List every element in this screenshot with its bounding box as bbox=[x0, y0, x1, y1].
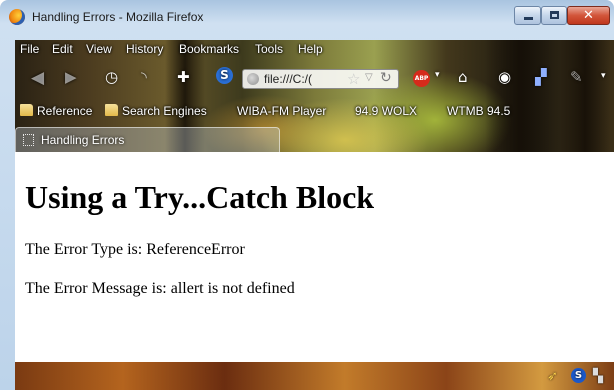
menu-tools[interactable]: Tools bbox=[255, 42, 283, 56]
home-icon[interactable]: ⌂ bbox=[458, 68, 468, 86]
ghost-icon[interactable]: ▞ bbox=[535, 68, 547, 86]
error-message-text: The Error Message is: allert is not defi… bbox=[25, 280, 295, 297]
maximize-button[interactable] bbox=[541, 6, 567, 25]
maximize-icon bbox=[550, 11, 559, 19]
menu-help[interactable]: Help bbox=[298, 42, 323, 56]
menu-file[interactable]: File bbox=[20, 42, 39, 56]
back-arrow-icon[interactable]: ◀ bbox=[31, 68, 44, 88]
status-bar: ➶ S ▚ bbox=[15, 362, 614, 390]
bookmark-wtmb[interactable]: WTMB 94.5 bbox=[447, 104, 510, 118]
addon-status-icon[interactable]: S bbox=[571, 368, 586, 383]
rss-icon[interactable]: ◝ bbox=[141, 68, 147, 86]
browser-window: Handling Errors - Mozilla Firefox ✕ File… bbox=[0, 0, 614, 390]
bookmark-wiba[interactable]: WIBA-FM Player bbox=[237, 104, 326, 118]
more-dropdown-icon[interactable]: ▾ bbox=[601, 71, 606, 81]
window-title: Handling Errors - Mozilla Firefox bbox=[32, 10, 204, 24]
tab-label: Handling Errors bbox=[41, 133, 125, 147]
url-dropdown-icon[interactable]: ▽ bbox=[365, 72, 373, 83]
adblock-dropdown-icon[interactable]: ▾ bbox=[435, 70, 440, 80]
folder-icon bbox=[105, 104, 118, 116]
menu-history[interactable]: History bbox=[126, 42, 163, 56]
menu-view[interactable]: View bbox=[86, 42, 112, 56]
url-bar[interactable]: file:///C:/( ☆ ▽ ↻ bbox=[242, 69, 399, 89]
reload-icon[interactable]: ↻ bbox=[380, 70, 392, 86]
close-icon: ✕ bbox=[583, 8, 594, 23]
bookmark-wolx[interactable]: 94.9 WOLX bbox=[355, 104, 417, 118]
site-identity-icon bbox=[247, 73, 259, 85]
title-bar[interactable]: Handling Errors - Mozilla Firefox ✕ bbox=[0, 0, 614, 40]
eye-icon[interactable]: ◉ bbox=[498, 68, 511, 86]
folder-icon bbox=[20, 104, 33, 116]
tools-icon[interactable]: ✎ bbox=[570, 68, 583, 86]
page-content: Using a Try...Catch Block The Error Type… bbox=[15, 152, 614, 362]
menu-bar: File Edit View History Bookmarks Tools H… bbox=[15, 40, 614, 60]
close-button[interactable]: ✕ bbox=[567, 6, 610, 25]
bookmark-reference[interactable]: Reference bbox=[37, 104, 92, 118]
ghost-status-icon[interactable]: ▚ bbox=[593, 369, 603, 384]
adblock-icon[interactable]: ABP bbox=[413, 70, 430, 87]
url-input[interactable]: file:///C:/( bbox=[264, 72, 312, 86]
page-icon bbox=[23, 134, 34, 146]
page-heading: Using a Try...Catch Block bbox=[25, 179, 375, 215]
error-type-text: The Error Type is: ReferenceError bbox=[25, 241, 245, 258]
s-icon[interactable]: S bbox=[216, 67, 233, 84]
tab-handling-errors[interactable]: Handling Errors bbox=[15, 127, 280, 152]
firefox-logo-icon bbox=[9, 9, 25, 25]
clock-icon[interactable]: ◷ bbox=[105, 68, 118, 86]
star-icon[interactable]: ☆ bbox=[347, 70, 360, 88]
minimize-icon bbox=[524, 17, 533, 20]
bookmark-search-engines[interactable]: Search Engines bbox=[122, 104, 207, 118]
minimize-button[interactable] bbox=[514, 6, 541, 25]
puzzle-icon[interactable]: ✚ bbox=[177, 68, 190, 86]
menu-edit[interactable]: Edit bbox=[52, 42, 73, 56]
bookmarks-toolbar: Reference Search Engines WIBA-FM Player … bbox=[15, 102, 614, 122]
forward-arrow-icon[interactable]: ▶ bbox=[65, 68, 77, 86]
browser-chrome: File Edit View History Bookmarks Tools H… bbox=[15, 40, 614, 152]
feather-icon[interactable]: ➶ bbox=[547, 369, 558, 384]
menu-bookmarks[interactable]: Bookmarks bbox=[179, 42, 239, 56]
